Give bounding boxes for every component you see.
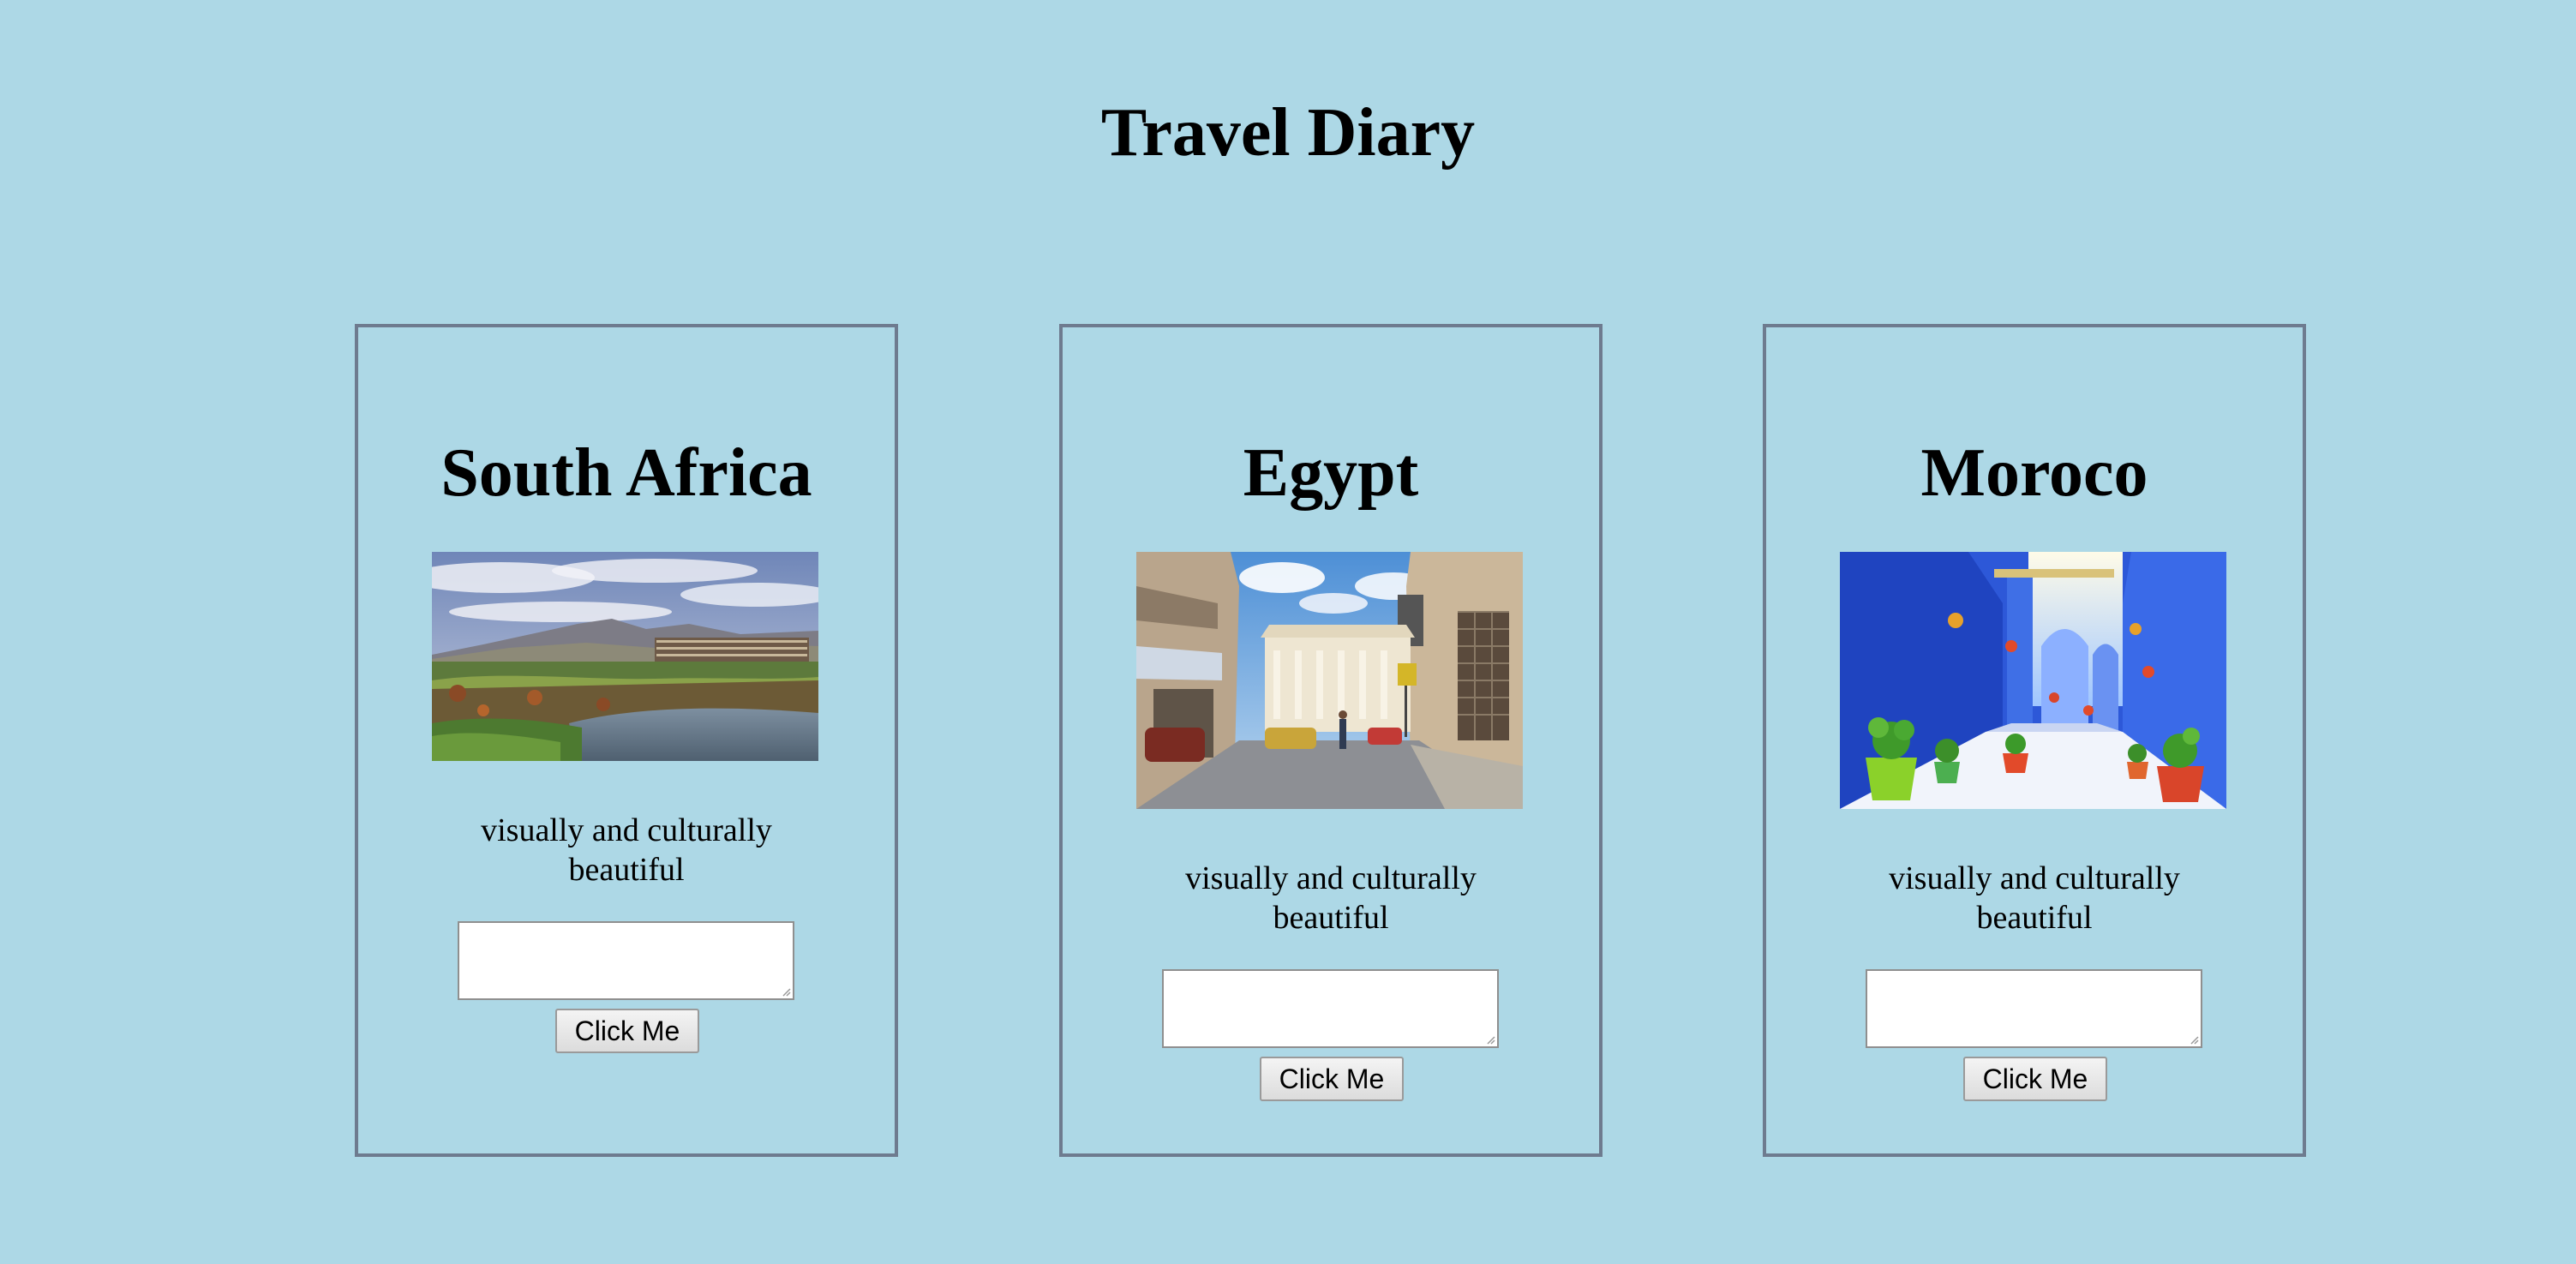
card-title: Egypt — [1243, 435, 1419, 511]
click-me-button[interactable]: Click Me — [1260, 1057, 1404, 1101]
page-title: Travel Diary — [1100, 95, 1476, 171]
card-description: visually and culturally beautiful — [1889, 860, 2180, 936]
click-me-button[interactable]: Click Me — [1963, 1057, 2107, 1101]
card-description: visually and culturally beautiful — [481, 812, 772, 888]
card-image — [1136, 552, 1523, 809]
destination-card-moroco: Moroco visually and culturally beautiful… — [1763, 324, 2306, 1157]
resize-grip-icon[interactable] — [781, 986, 791, 997]
destination-card-south-africa: South Africa visually and culturally bea… — [355, 324, 898, 1157]
card-image — [432, 552, 818, 761]
card-image — [1840, 552, 2226, 809]
card-title: South Africa — [440, 435, 812, 511]
resize-grip-icon[interactable] — [2189, 1034, 2199, 1045]
destination-card-egypt: Egypt visually and culturally beautiful … — [1059, 324, 1603, 1157]
diary-input[interactable] — [1866, 969, 2202, 1048]
card-title: Moroco — [1920, 435, 2148, 511]
click-me-button[interactable]: Click Me — [555, 1009, 699, 1053]
diary-input[interactable] — [1162, 969, 1499, 1048]
diary-input[interactable] — [458, 921, 794, 1000]
resize-grip-icon[interactable] — [1485, 1034, 1495, 1045]
card-description: visually and culturally beautiful — [1185, 860, 1477, 936]
